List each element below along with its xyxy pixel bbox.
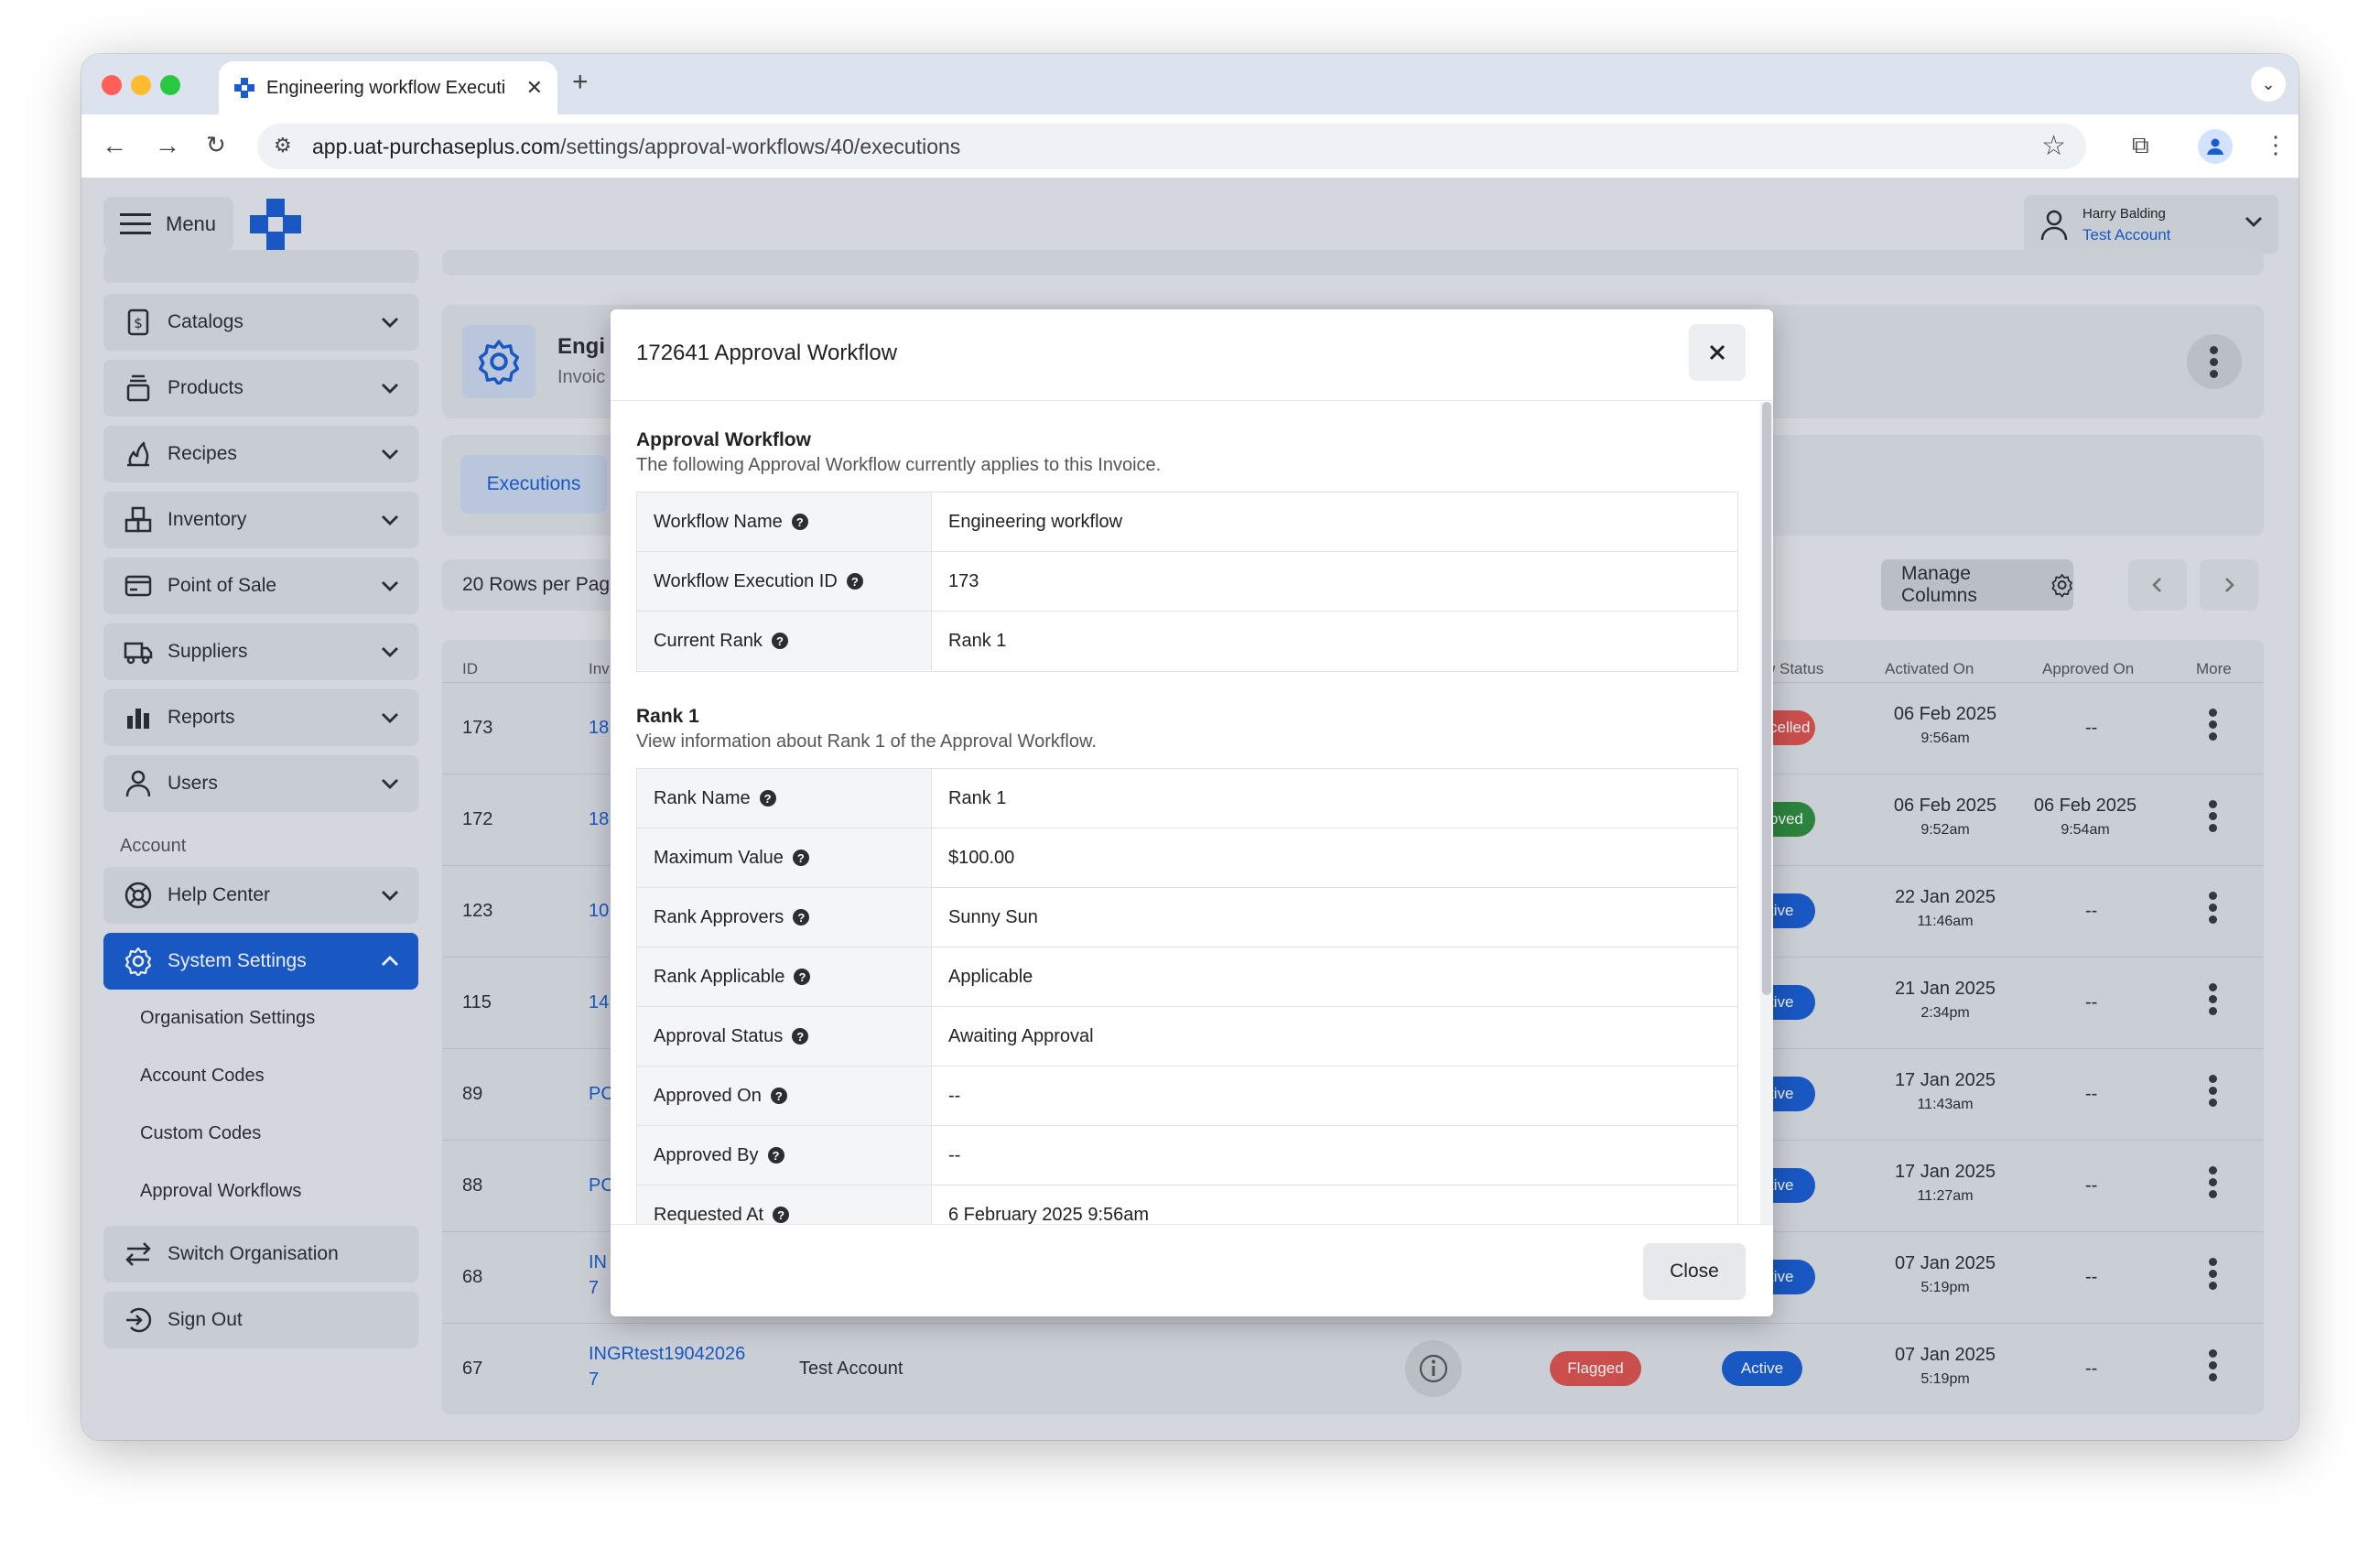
reload-icon[interactable]: ↻ [206, 131, 226, 159]
section-desc-rank: View information about Rank 1 of the App… [636, 731, 1097, 752]
detail-value: 6 February 2025 9:56am [948, 1204, 1150, 1225]
site-settings-icon[interactable]: ⚙ [274, 134, 292, 157]
app-viewport: Menu Harry Balding Test Account $ Catalo… [81, 179, 2299, 1440]
bookmark-star-icon[interactable]: ☆ [2041, 130, 2066, 162]
modal-body[interactable]: Approval Workflow The following Approval… [611, 402, 1773, 1224]
modal-footer: Close [611, 1224, 1773, 1316]
help-tooltip-icon[interactable]: ? [759, 790, 776, 806]
detail-value: $100.00 [948, 847, 1015, 868]
detail-value: -- [948, 1085, 961, 1106]
browser-window: Engineering workflow Executi ✕ + ⌄ ← → ↻… [81, 54, 2299, 1440]
rank-details-table: Rank Name? Rank 1 Maximum Value? $100.00 Ran… [636, 768, 1738, 1224]
close-button[interactable]: Close [1643, 1243, 1746, 1300]
maximize-window-button[interactable] [160, 75, 180, 95]
help-tooltip-icon[interactable]: ? [767, 1147, 784, 1164]
url-host: app.uat-purchaseplus.com [312, 134, 561, 158]
back-icon[interactable]: ← [102, 131, 127, 160]
help-tooltip-icon[interactable]: ? [773, 1207, 790, 1223]
modal-header: 172641 Approval Workflow [611, 309, 1773, 401]
url-path: /settings/approval-workflows/40/executio… [560, 134, 961, 158]
help-tooltip-icon[interactable]: ? [794, 969, 811, 985]
url-field[interactable]: ⚙ app.uat-purchaseplus.com/settings/appr… [257, 124, 2086, 169]
modal-close-button[interactable] [1689, 324, 1746, 381]
detail-row: Approval Status? Awaiting Approval [637, 1007, 1737, 1066]
browser-tab-strip: Engineering workflow Executi ✕ + ⌄ [81, 54, 2299, 114]
detail-row: Approved By? -- [637, 1126, 1737, 1185]
detail-value: Rank 1 [948, 787, 1007, 808]
detail-row: Rank Approvers? Sunny Sun [637, 888, 1737, 947]
detail-value: Awaiting Approval [948, 1025, 1094, 1046]
detail-key: Workflow Execution ID? [637, 552, 932, 611]
help-tooltip-icon[interactable]: ? [770, 1088, 787, 1104]
detail-key: Maximum Value? [637, 828, 932, 887]
address-bar-row: ← → ↻ ⚙ app.uat-purchaseplus.com/setting… [81, 114, 2299, 179]
detail-row: Maximum Value? $100.00 [637, 828, 1737, 888]
close-tab-icon[interactable]: ✕ [526, 76, 543, 100]
section-title-rank: Rank 1 [636, 706, 699, 727]
approval-workflow-modal: 172641 Approval Workflow Approval Workfl… [611, 309, 1773, 1316]
extensions-icon[interactable]: ⧉ [2132, 131, 2149, 160]
detail-key: Approval Status? [637, 1007, 932, 1066]
detail-value: Rank 1 [948, 630, 1007, 651]
help-tooltip-icon[interactable]: ? [792, 1028, 809, 1045]
detail-row: Rank Applicable? Applicable [637, 947, 1737, 1007]
detail-key: Current Rank? [637, 612, 932, 670]
tab-title: Engineering workflow Executi [266, 77, 506, 98]
browser-tab[interactable]: Engineering workflow Executi ✕ [219, 61, 557, 114]
help-tooltip-icon[interactable]: ? [793, 909, 810, 926]
section-desc-approval-workflow: The following Approval Workflow currentl… [636, 455, 1162, 475]
detail-value: 173 [948, 570, 979, 591]
site-favicon-icon [234, 78, 254, 98]
minimize-window-button[interactable] [131, 75, 151, 95]
close-window-button[interactable] [102, 75, 122, 95]
approval-workflow-table: Workflow Name? Engineering workflow Workfl… [636, 492, 1738, 672]
detail-key: Rank Name? [637, 769, 932, 828]
help-tooltip-icon[interactable]: ? [771, 633, 788, 649]
profile-avatar-icon[interactable] [2198, 129, 2233, 164]
detail-key: Approved By? [637, 1126, 932, 1185]
detail-value: -- [948, 1144, 961, 1165]
detail-key: Rank Applicable? [637, 947, 932, 1006]
detail-value: Applicable [948, 966, 1033, 987]
detail-row: Rank Name? Rank 1 [637, 769, 1737, 828]
modal-title: 172641 Approval Workflow [636, 341, 898, 365]
browser-menu-icon[interactable]: ⋮ [2264, 131, 2288, 159]
detail-row: Workflow Execution ID? 173 [637, 552, 1737, 612]
new-tab-icon[interactable]: + [572, 67, 589, 98]
section-title-approval-workflow: Approval Workflow [636, 429, 811, 450]
detail-key: Requested At? [637, 1185, 932, 1224]
forward-icon[interactable]: → [155, 131, 180, 160]
tab-search-icon[interactable]: ⌄ [2251, 67, 2286, 102]
detail-row: Approved On? -- [637, 1066, 1737, 1126]
detail-key: Rank Approvers? [637, 888, 932, 947]
detail-key: Approved On? [637, 1066, 932, 1125]
modal-scrollbar[interactable] [1760, 402, 1773, 1224]
detail-key: Workflow Name? [637, 493, 932, 551]
detail-row: Workflow Name? Engineering workflow [637, 493, 1737, 552]
workflow-name-link[interactable]: Engineering workflow [948, 493, 1122, 551]
help-tooltip-icon[interactable]: ? [846, 573, 863, 590]
help-tooltip-icon[interactable]: ? [792, 850, 809, 866]
detail-row: Current Rank? Rank 1 [637, 612, 1737, 671]
detail-row: Requested At? 6 February 2025 9:56am [637, 1185, 1737, 1224]
help-tooltip-icon[interactable]: ? [791, 514, 808, 530]
close-icon [1709, 344, 1726, 361]
scrollbar-thumb[interactable] [1762, 402, 1771, 995]
detail-value: Sunny Sun [948, 906, 1038, 927]
